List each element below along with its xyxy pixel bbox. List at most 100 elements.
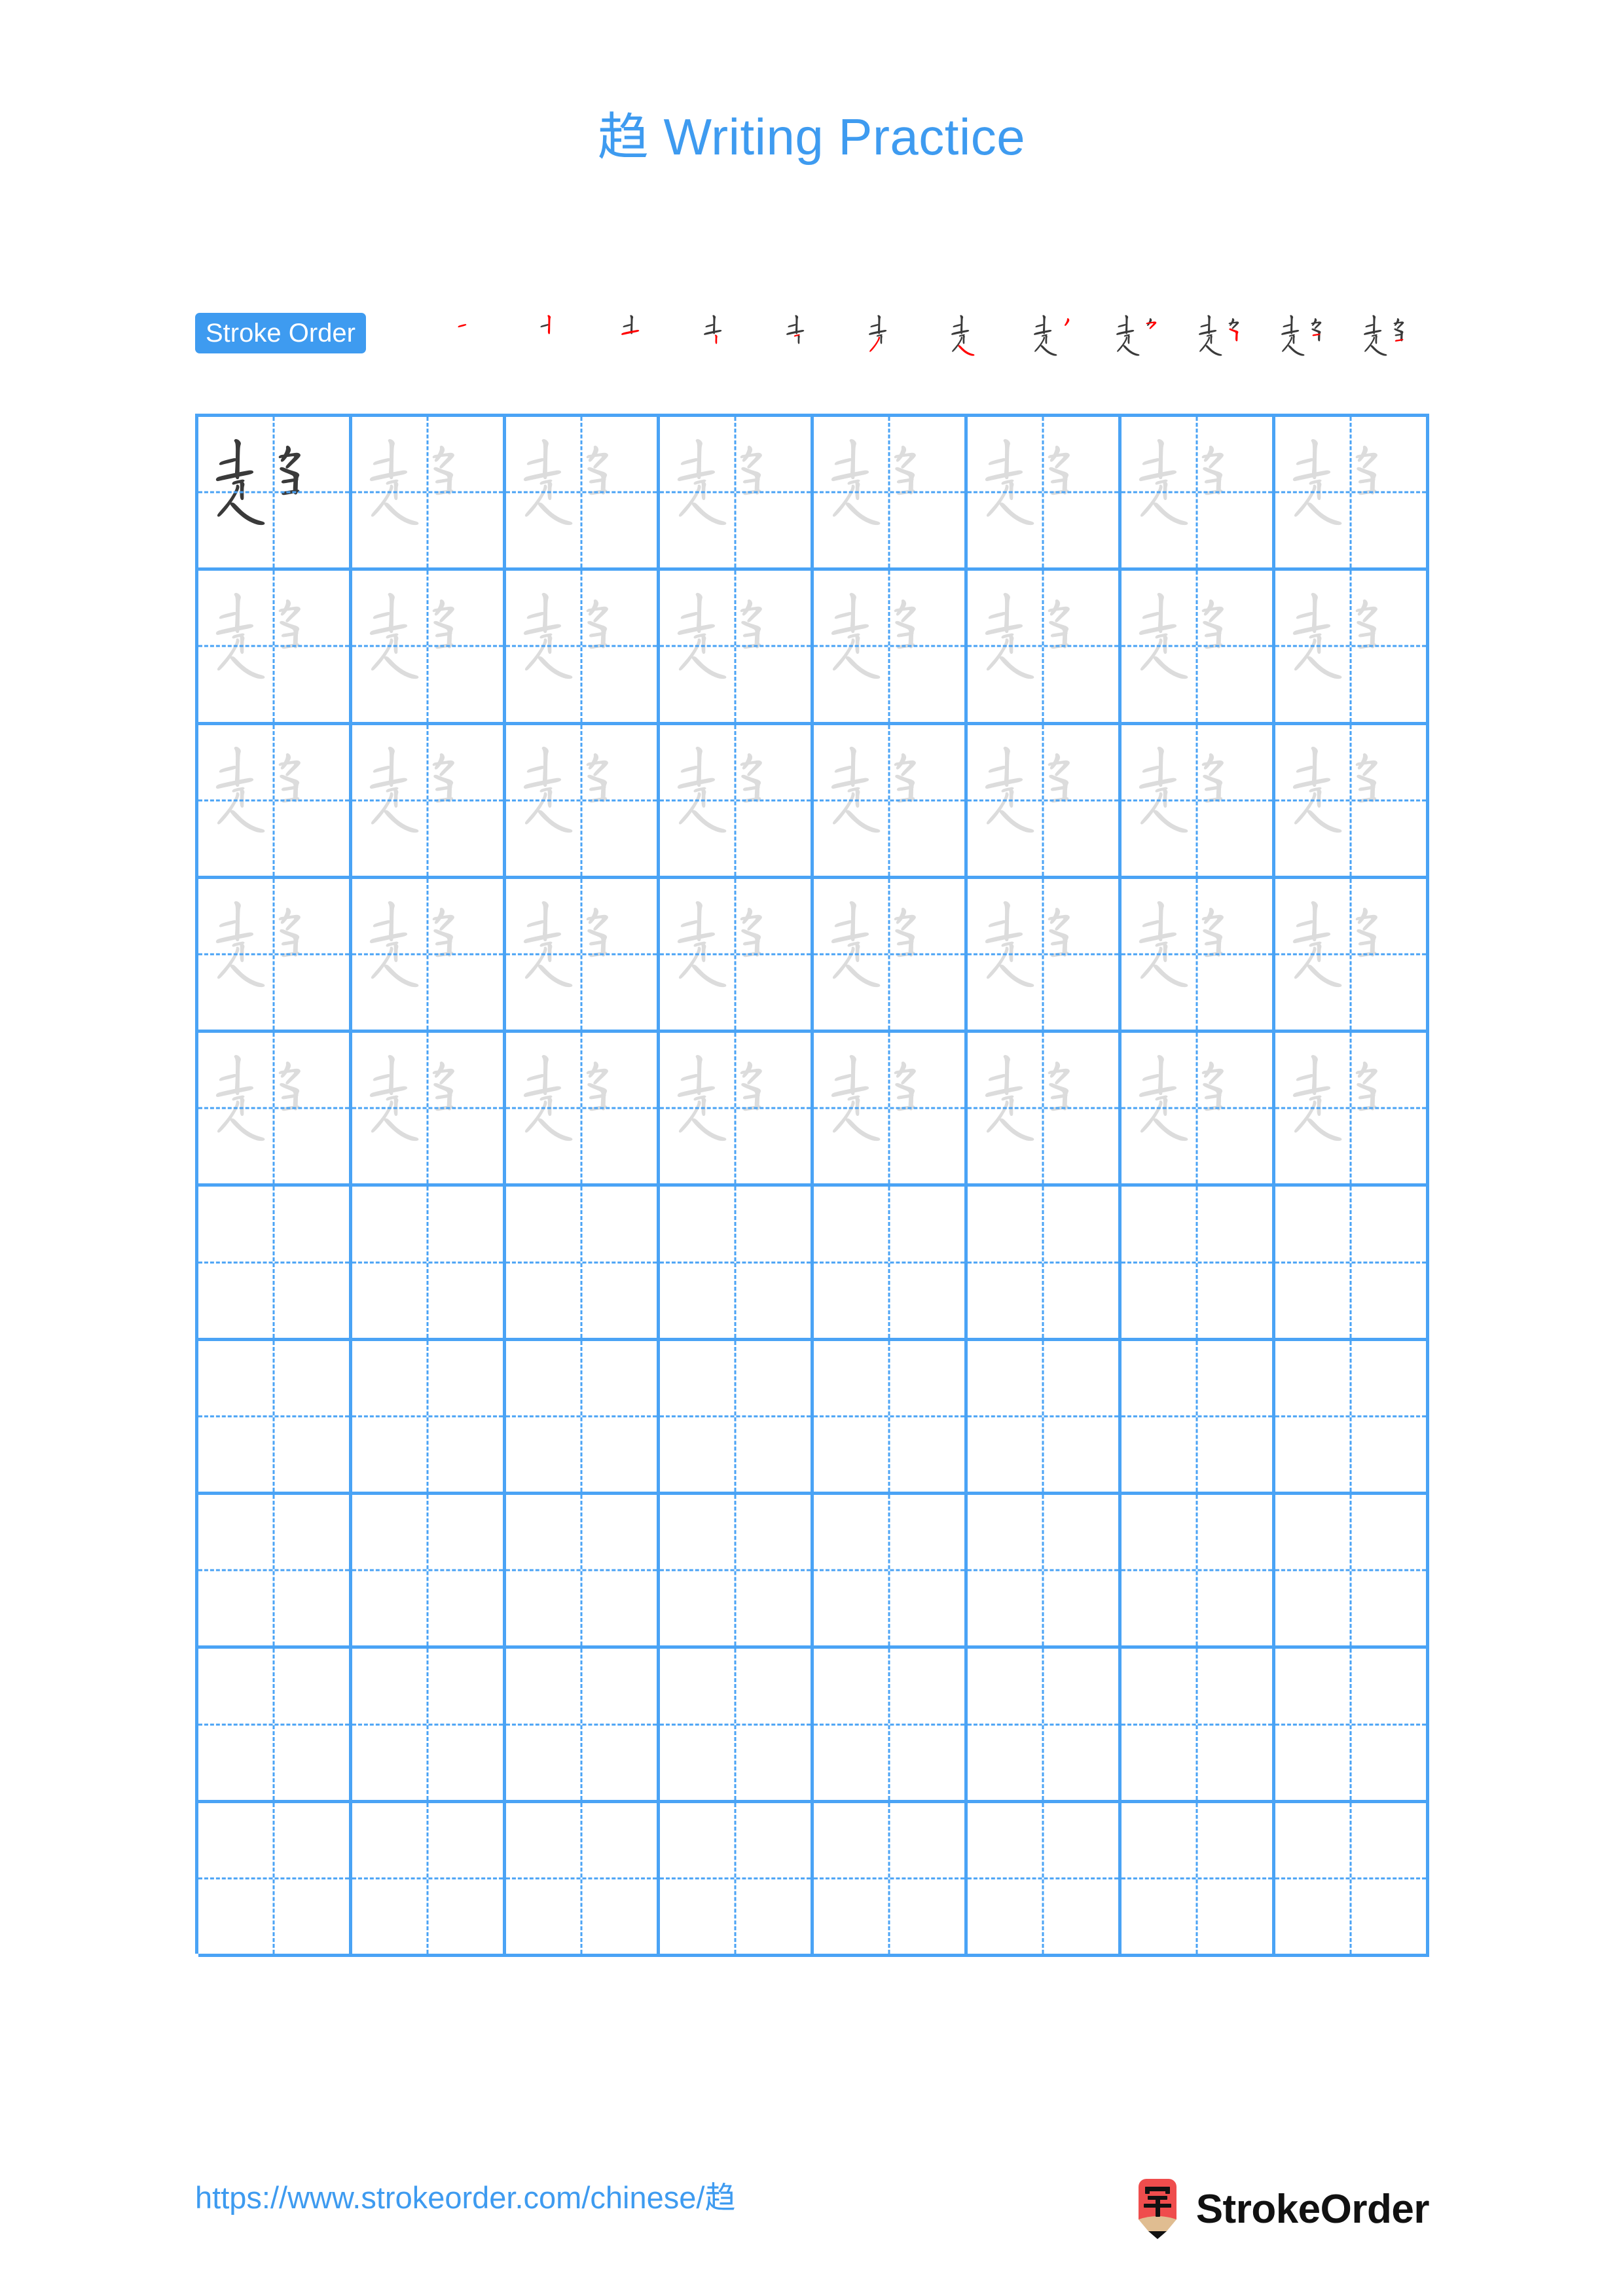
practice-cell-r4-c8[interactable] xyxy=(1275,878,1429,1033)
practice-cell-r8-c2[interactable] xyxy=(352,1495,506,1649)
practice-cell-r1-c7[interactable] xyxy=(1122,417,1275,571)
practice-cell-r10-c5[interactable] xyxy=(814,1803,968,1957)
practice-cell-r10-c2[interactable] xyxy=(352,1803,506,1957)
practice-cell-r1-c2[interactable] xyxy=(352,417,506,571)
trace-character xyxy=(352,725,503,876)
practice-cell-r5-c8[interactable] xyxy=(1275,1033,1429,1187)
practice-grid-row xyxy=(198,417,1429,571)
practice-cell-r7-c1[interactable] xyxy=(198,1340,352,1496)
brand-name: StrokeOrder xyxy=(1195,2186,1430,2232)
practice-cell-r9-c1[interactable] xyxy=(198,1649,352,1803)
practice-cell-r2-c1[interactable] xyxy=(198,571,352,725)
trace-character xyxy=(352,879,503,1030)
practice-cell-r2-c7[interactable] xyxy=(1122,571,1275,725)
practice-cell-r5-c7[interactable] xyxy=(1122,1033,1275,1187)
practice-cell-r10-c1[interactable] xyxy=(198,1803,352,1957)
practice-cell-r6-c6[interactable] xyxy=(968,1187,1122,1341)
practice-cell-r9-c5[interactable] xyxy=(814,1649,968,1803)
practice-cell-r2-c6[interactable] xyxy=(968,571,1122,725)
trace-character xyxy=(814,417,964,567)
practice-cell-r8-c4[interactable] xyxy=(660,1495,814,1649)
practice-cell-r7-c5[interactable] xyxy=(814,1340,968,1496)
practice-cell-r10-c7[interactable] xyxy=(1122,1803,1275,1957)
practice-cell-r2-c3[interactable] xyxy=(506,571,660,725)
practice-cell-r6-c5[interactable] xyxy=(814,1187,968,1341)
practice-cell-r3-c4[interactable] xyxy=(660,725,814,879)
trace-character xyxy=(1122,725,1272,876)
practice-cell-r4-c5[interactable] xyxy=(814,878,968,1033)
practice-cell-r6-c7[interactable] xyxy=(1122,1187,1275,1341)
trace-character xyxy=(506,879,657,1030)
practice-cell-r6-c3[interactable] xyxy=(506,1187,660,1341)
practice-cell-r8-c1[interactable] xyxy=(198,1495,352,1649)
practice-cell-r1-c1[interactable] xyxy=(198,417,352,571)
practice-cell-r2-c2[interactable] xyxy=(352,571,506,725)
stroke-order-steps xyxy=(443,308,1432,373)
practice-cell-r6-c4[interactable] xyxy=(660,1187,814,1341)
practice-cell-r3-c7[interactable] xyxy=(1122,725,1275,879)
practice-cell-r1-c6[interactable] xyxy=(968,417,1122,571)
practice-cell-r4-c1[interactable] xyxy=(198,878,352,1033)
practice-cell-r1-c3[interactable] xyxy=(506,417,660,571)
page-title-text: 趋 Writing Practice xyxy=(597,108,1026,166)
practice-cell-r3-c3[interactable] xyxy=(506,725,660,879)
practice-cell-r8-c7[interactable] xyxy=(1122,1495,1275,1649)
practice-cell-r7-c2[interactable] xyxy=(352,1340,506,1496)
practice-cell-r3-c6[interactable] xyxy=(968,725,1122,879)
practice-cell-r8-c5[interactable] xyxy=(814,1495,968,1649)
practice-cell-r3-c8[interactable] xyxy=(1275,725,1429,879)
practice-cell-r2-c5[interactable] xyxy=(814,571,968,725)
practice-cell-r4-c2[interactable] xyxy=(352,878,506,1033)
practice-cell-r9-c3[interactable] xyxy=(506,1649,660,1803)
practice-cell-r7-c6[interactable] xyxy=(968,1340,1122,1496)
practice-grid-row xyxy=(198,1187,1429,1341)
practice-cell-r4-c6[interactable] xyxy=(968,878,1122,1033)
practice-cell-r7-c3[interactable] xyxy=(506,1340,660,1496)
practice-grid-row xyxy=(198,725,1429,879)
trace-character xyxy=(1275,879,1426,1030)
practice-cell-r6-c1[interactable] xyxy=(198,1187,352,1341)
stroke-order-step-3 xyxy=(608,308,690,373)
stroke-order-step-4 xyxy=(690,308,773,373)
practice-cell-r6-c2[interactable] xyxy=(352,1187,506,1341)
practice-cell-r9-c8[interactable] xyxy=(1275,1649,1429,1803)
practice-cell-r9-c7[interactable] xyxy=(1122,1649,1275,1803)
practice-cell-r8-c8[interactable] xyxy=(1275,1495,1429,1649)
brand-lockup[interactable]: StrokeOrder xyxy=(1133,2173,1430,2245)
practice-cell-r7-c7[interactable] xyxy=(1122,1340,1275,1496)
trace-character xyxy=(1275,417,1426,567)
practice-cell-r8-c3[interactable] xyxy=(506,1495,660,1649)
practice-cell-r10-c3[interactable] xyxy=(506,1803,660,1957)
practice-cell-r5-c3[interactable] xyxy=(506,1033,660,1187)
trace-character xyxy=(814,879,964,1030)
practice-cell-r2-c4[interactable] xyxy=(660,571,814,725)
practice-cell-r8-c6[interactable] xyxy=(968,1495,1122,1649)
practice-cell-r2-c8[interactable] xyxy=(1275,571,1429,725)
practice-cell-r7-c8[interactable] xyxy=(1275,1340,1429,1496)
practice-cell-r5-c4[interactable] xyxy=(660,1033,814,1187)
practice-cell-r4-c3[interactable] xyxy=(506,878,660,1033)
practice-cell-r1-c4[interactable] xyxy=(660,417,814,571)
practice-cell-r1-c8[interactable] xyxy=(1275,417,1429,571)
practice-cell-r9-c6[interactable] xyxy=(968,1649,1122,1803)
practice-cell-r6-c8[interactable] xyxy=(1275,1187,1429,1341)
practice-cell-r4-c7[interactable] xyxy=(1122,878,1275,1033)
stroke-order-step-1 xyxy=(443,308,525,373)
practice-cell-r5-c1[interactable] xyxy=(198,1033,352,1187)
practice-cell-r3-c5[interactable] xyxy=(814,725,968,879)
footer-url-link[interactable]: https://www.strokeorder.com/chinese/趋 xyxy=(195,2179,735,2216)
practice-cell-r5-c6[interactable] xyxy=(968,1033,1122,1187)
practice-cell-r3-c1[interactable] xyxy=(198,725,352,879)
trace-character xyxy=(968,879,1118,1030)
practice-cell-r4-c4[interactable] xyxy=(660,878,814,1033)
practice-cell-r5-c5[interactable] xyxy=(814,1033,968,1187)
practice-cell-r10-c6[interactable] xyxy=(968,1803,1122,1957)
practice-cell-r10-c4[interactable] xyxy=(660,1803,814,1957)
practice-cell-r9-c4[interactable] xyxy=(660,1649,814,1803)
practice-cell-r10-c8[interactable] xyxy=(1275,1803,1429,1957)
practice-cell-r5-c2[interactable] xyxy=(352,1033,506,1187)
practice-cell-r9-c2[interactable] xyxy=(352,1649,506,1803)
practice-cell-r7-c4[interactable] xyxy=(660,1340,814,1496)
practice-cell-r1-c5[interactable] xyxy=(814,417,968,571)
practice-cell-r3-c2[interactable] xyxy=(352,725,506,879)
